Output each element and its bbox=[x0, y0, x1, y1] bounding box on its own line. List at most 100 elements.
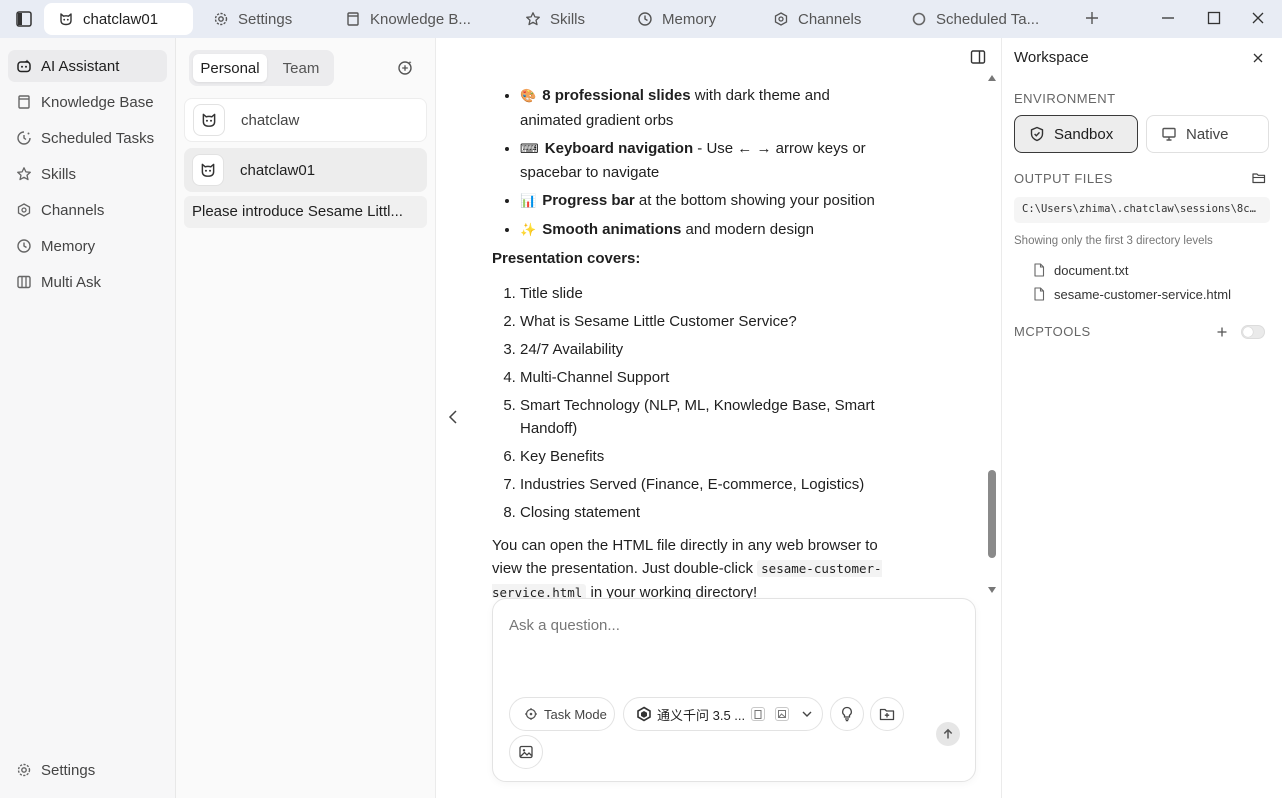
conversation-item[interactable]: Please introduce Sesame Littl... bbox=[184, 196, 427, 228]
arrow-up-icon bbox=[943, 728, 953, 739]
chart-emoji-icon: 📊 bbox=[520, 194, 537, 209]
tab-scheduled-tasks[interactable]: Scheduled Ta... bbox=[911, 3, 1039, 35]
cat-face-icon bbox=[60, 13, 72, 26]
qwen-logo-icon bbox=[637, 706, 651, 722]
sidebar-toggle-icon[interactable] bbox=[14, 9, 34, 29]
idea-button[interactable] bbox=[830, 697, 864, 731]
tab-label: Settings bbox=[238, 10, 293, 28]
workspace-panel: Workspace ENVIRONMENT Sandbox Native OUT… bbox=[1001, 38, 1282, 798]
scroll-up-arrow-icon[interactable] bbox=[987, 74, 997, 82]
list-item: Smart Technology (NLP, ML, Knowledge Bas… bbox=[520, 394, 892, 441]
shield-icon bbox=[1030, 126, 1044, 142]
bold-text: Keyboard navigation bbox=[544, 139, 694, 157]
tab-label: Memory bbox=[662, 10, 717, 28]
agent-item-chatclaw01[interactable]: chatclaw01 bbox=[184, 148, 427, 192]
sidebar-item-multi-ask[interactable]: Multi Ask bbox=[8, 266, 167, 298]
tab-knowledge-base[interactable]: Knowledge B... bbox=[345, 3, 471, 35]
close-window-icon[interactable] bbox=[1249, 9, 1267, 27]
book-icon bbox=[347, 12, 359, 26]
segment-team[interactable]: Team bbox=[271, 54, 331, 82]
loading-circle-icon bbox=[912, 12, 926, 26]
env-native-button[interactable]: Native bbox=[1146, 115, 1269, 153]
assistant-message: 🎨8 professional slides with dark theme a… bbox=[492, 84, 892, 598]
mcptools-toggle[interactable] bbox=[1241, 325, 1265, 339]
file-name: sesame-customer-service.html bbox=[1054, 286, 1231, 302]
add-tool-icon[interactable] bbox=[1216, 326, 1228, 338]
upload-image-button[interactable] bbox=[509, 735, 543, 769]
scrollbar-thumb[interactable] bbox=[988, 470, 996, 558]
cat-face-icon bbox=[201, 163, 215, 177]
close-icon[interactable] bbox=[1251, 51, 1265, 65]
sidebar-item-scheduled-tasks[interactable]: Scheduled Tasks bbox=[8, 122, 167, 154]
keyboard-emoji-icon: ⌨ bbox=[520, 141, 539, 157]
env-label: Native bbox=[1186, 125, 1229, 143]
sidebar-item-label: Channels bbox=[41, 201, 105, 219]
send-button[interactable] bbox=[936, 722, 960, 746]
bold-text: Progress bar bbox=[542, 192, 635, 209]
list-item: Closing statement bbox=[520, 501, 892, 525]
question-input[interactable] bbox=[509, 617, 949, 634]
env-sandbox-button[interactable]: Sandbox bbox=[1014, 115, 1138, 153]
feature-list: 🎨8 professional slides with dark theme a… bbox=[520, 84, 892, 243]
sidebar-item-channels[interactable]: Channels bbox=[8, 194, 167, 226]
minimize-icon[interactable] bbox=[1159, 9, 1177, 27]
monitor-icon bbox=[1162, 127, 1176, 141]
assistant-icon bbox=[17, 59, 31, 73]
sidebar-item-knowledge-base[interactable]: Knowledge Base bbox=[8, 86, 167, 118]
sidebar-item-memory[interactable]: Memory bbox=[8, 230, 167, 262]
channels-icon bbox=[17, 203, 31, 217]
file-item[interactable]: document.txt bbox=[1032, 260, 1128, 280]
tab-chatclaw01[interactable]: chatclaw01 bbox=[44, 3, 193, 35]
image-capability-icon bbox=[775, 707, 790, 721]
model-label: 通义千问 3.5 ... bbox=[657, 707, 746, 723]
maximize-icon[interactable] bbox=[1205, 9, 1223, 27]
open-folder-icon[interactable] bbox=[1252, 171, 1266, 185]
book-icon bbox=[18, 95, 30, 109]
list-item: ✨ Smooth animations and modern design bbox=[520, 218, 892, 243]
segment-personal[interactable]: Personal bbox=[193, 54, 267, 82]
clock-icon bbox=[638, 12, 652, 26]
sidebar-item-label: AI Assistant bbox=[41, 57, 120, 75]
scroll-down-arrow-icon[interactable] bbox=[987, 586, 997, 594]
title-bar: chatclaw01 Settings Knowledge B... Skill… bbox=[0, 0, 1282, 38]
panel-toggle-icon[interactable] bbox=[969, 48, 987, 66]
tab-label: Knowledge B... bbox=[370, 10, 471, 28]
sidebar-item-ai-assistant[interactable]: AI Assistant bbox=[8, 50, 167, 82]
tab-settings[interactable]: Settings bbox=[213, 3, 292, 35]
agent-item-chatclaw[interactable]: chatclaw bbox=[184, 98, 427, 142]
file-icon bbox=[1034, 287, 1045, 301]
tab-skills[interactable]: Skills bbox=[525, 3, 585, 35]
list-item: What is Sesame Little Customer Service? bbox=[520, 310, 892, 334]
model-selector[interactable]: 通义千问 3.5 ... bbox=[623, 697, 823, 731]
sparkles-emoji-icon: ✨ bbox=[520, 223, 537, 238]
output-path[interactable]: C:\Users\zhima\.chatclaw\sessions\8c7bb.… bbox=[1014, 197, 1270, 223]
file-item[interactable]: sesame-customer-service.html bbox=[1032, 284, 1231, 304]
sidebar-item-label: Scheduled Tasks bbox=[41, 129, 155, 147]
task-mode-button[interactable]: Task Mode bbox=[509, 697, 615, 731]
target-icon bbox=[525, 708, 537, 720]
file-icon bbox=[1034, 263, 1045, 277]
sidebar-item-label: Multi Ask bbox=[41, 273, 102, 291]
chevron-left-icon[interactable] bbox=[446, 408, 460, 426]
workspace-title: Workspace bbox=[1014, 49, 1089, 66]
text: in your working directory! bbox=[586, 583, 758, 599]
tab-channels[interactable]: Channels bbox=[773, 3, 861, 35]
palette-emoji-icon: 🎨 bbox=[520, 89, 537, 104]
sidebar-item-label: Skills bbox=[41, 165, 77, 183]
sidebar-item-settings[interactable]: Settings bbox=[8, 754, 167, 786]
add-tab-icon[interactable] bbox=[1083, 9, 1101, 27]
attach-folder-button[interactable] bbox=[870, 697, 904, 731]
env-label: Sandbox bbox=[1054, 125, 1114, 143]
chevron-down-icon bbox=[802, 711, 812, 717]
tab-label: Channels bbox=[798, 10, 862, 28]
list-item: ⌨Keyboard navigation - Use ← → arrow key… bbox=[520, 137, 892, 185]
avatar bbox=[193, 104, 225, 136]
tab-memory[interactable]: Memory bbox=[637, 3, 716, 35]
sidebar-item-skills[interactable]: Skills bbox=[8, 158, 167, 190]
tab-label: Skills bbox=[550, 10, 586, 28]
channels-icon bbox=[774, 12, 788, 26]
new-agent-icon[interactable] bbox=[396, 59, 414, 77]
session-panel: Personal Team chatclaw chatclaw01 Please… bbox=[176, 38, 436, 798]
bold-text: Smooth animations bbox=[542, 221, 682, 238]
directory-hint: Showing only the first 3 directory level… bbox=[1014, 235, 1213, 247]
